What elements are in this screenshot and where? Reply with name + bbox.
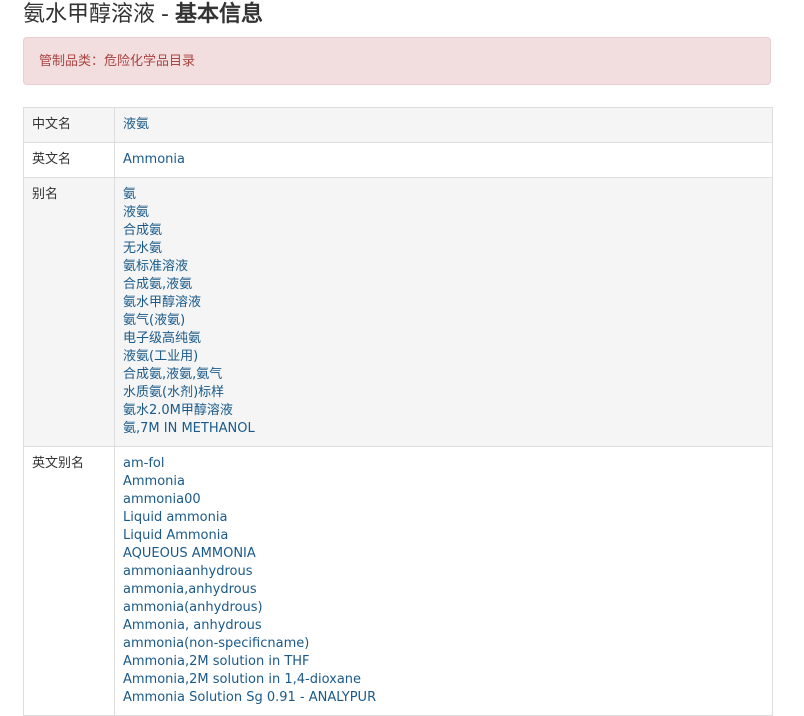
info-value-link[interactable]: 水质氨(水剂)标样 bbox=[123, 384, 764, 402]
page-title-separator: - bbox=[161, 2, 169, 27]
info-row: 英文名 Ammonia bbox=[23, 142, 773, 178]
info-value-link[interactable]: ammonia(non-specificname) bbox=[123, 635, 764, 653]
info-value-link[interactable]: ammoniaanhydrous bbox=[123, 563, 764, 581]
info-value-link[interactable]: 合成氨,液氨 bbox=[123, 276, 764, 294]
info-row-label: 英文别名 bbox=[23, 446, 115, 716]
info-row-label: 别名 bbox=[23, 177, 115, 447]
page-title-subtitle: 基本信息 bbox=[174, 2, 263, 27]
info-value-link[interactable]: 氨 bbox=[123, 186, 764, 204]
basic-info-table-body: 中文名 液氨 英文名 Ammonia 别名氨液氨 合成氨 无水氨 氨标准溶液 合成氨,液氨 氨水甲… bbox=[23, 107, 773, 716]
info-value-link[interactable]: 电子级高纯氨 bbox=[123, 330, 764, 348]
page-title: 氨水甲醇溶液 - 基本信息 bbox=[23, 0, 263, 30]
info-row-values: Ammonia bbox=[114, 142, 773, 178]
info-value-link[interactable]: ammonia00 bbox=[123, 491, 764, 509]
info-value-link[interactable]: 氨水2.0M甲醇溶液 bbox=[123, 402, 764, 420]
alert-text: 管制品类：危险化学品目录 bbox=[39, 54, 196, 69]
info-value-link[interactable]: 合成氨,液氨,氨气 bbox=[123, 366, 764, 384]
info-value-link[interactable]: 氨气(液氨) bbox=[123, 312, 764, 330]
info-value-link[interactable]: 氨标准溶液 bbox=[123, 258, 764, 276]
basic-info-table: 中文名 液氨 英文名 Ammonia 别名氨液氨 合成氨 无水氨 氨标准溶液 合成氨,液氨 氨水甲… bbox=[23, 107, 773, 716]
info-value-link[interactable]: 液氨(工业用) bbox=[123, 348, 764, 366]
info-value-link[interactable]: Liquid Ammonia bbox=[123, 527, 764, 545]
info-value-link[interactable]: Ammonia bbox=[123, 473, 764, 491]
info-row: 别名氨液氨 合成氨 无水氨 氨标准溶液 合成氨,液氨 氨水甲醇溶液 氨气(液氨) 电子级高纯氨… bbox=[23, 177, 773, 447]
info-row-label: 中文名 bbox=[23, 107, 115, 143]
info-value-link[interactable]: 无水氨 bbox=[123, 240, 764, 258]
info-value-link[interactable]: ammonia(anhydrous) bbox=[123, 599, 764, 617]
info-value-link[interactable]: Ammonia Solution Sg 0.91 - ANALYPUR bbox=[123, 689, 764, 707]
info-value-link[interactable]: Ammonia,2M solution in THF bbox=[123, 653, 764, 671]
info-value-link[interactable]: Ammonia,2M solution in 1,4-dioxane bbox=[123, 671, 764, 689]
info-value-link[interactable]: am-fol bbox=[123, 455, 764, 473]
info-value-link[interactable]: Ammonia bbox=[123, 151, 764, 169]
info-row-label: 英文名 bbox=[23, 142, 115, 178]
page-title-main: 氨水甲醇溶液 bbox=[23, 2, 156, 27]
info-value-link[interactable]: 合成氨 bbox=[123, 222, 764, 240]
info-row-values: 氨液氨 合成氨 无水氨 氨标准溶液 合成氨,液氨 氨水甲醇溶液 氨气(液氨) 电子级高纯氨 液氨… bbox=[114, 177, 773, 447]
info-value-link[interactable]: AQUEOUS AMMONIA bbox=[123, 545, 764, 563]
info-row: 英文别名 am-fol Ammonia ammonia00 Liquid ammonia… bbox=[23, 446, 773, 716]
info-row: 中文名 液氨 bbox=[23, 107, 773, 143]
info-row-values: 液氨 bbox=[114, 107, 773, 143]
info-row-values: am-fol Ammonia ammonia00 Liquid ammonia Liqu… bbox=[114, 446, 773, 716]
info-value-link[interactable]: 氨水甲醇溶液 bbox=[123, 294, 764, 312]
control-category-alert: 管制品类：危险化学品目录 bbox=[23, 37, 771, 85]
info-value-link[interactable]: 液氨 bbox=[123, 204, 764, 222]
info-value-link[interactable]: 氨,7M IN METHANOL bbox=[123, 420, 764, 438]
info-value-link[interactable]: 液氨 bbox=[123, 116, 764, 134]
info-value-link[interactable]: ammonia,anhydrous bbox=[123, 581, 764, 599]
info-value-link[interactable]: Liquid ammonia bbox=[123, 509, 764, 527]
info-value-link[interactable]: Ammonia, anhydrous bbox=[123, 617, 764, 635]
